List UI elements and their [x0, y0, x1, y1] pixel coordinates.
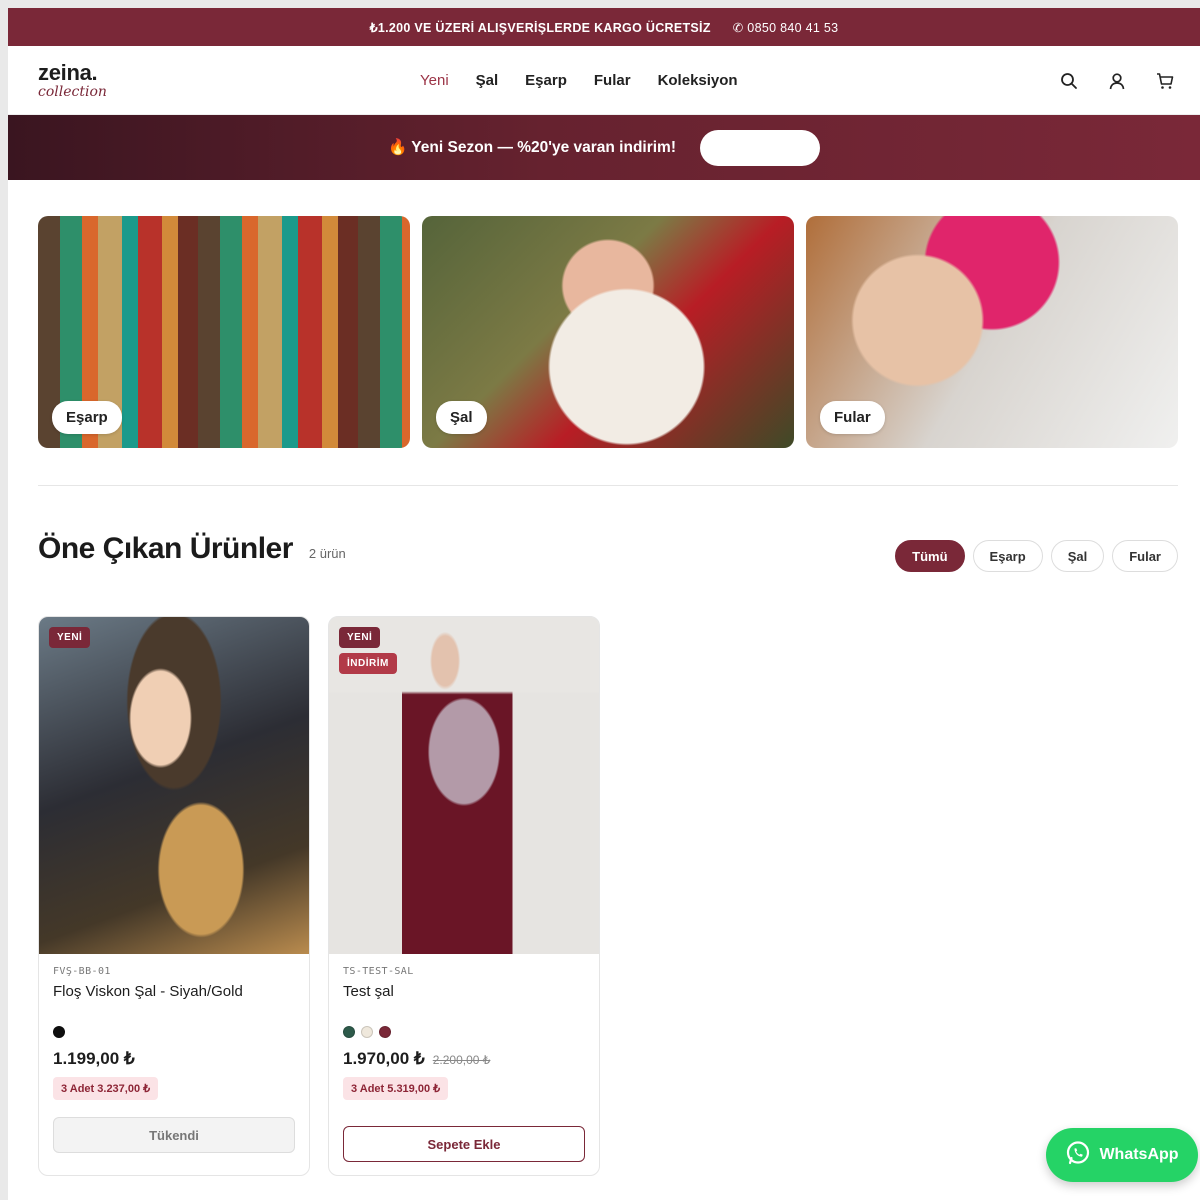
product-name[interactable]: Test şal	[343, 983, 585, 1023]
header-actions	[1058, 46, 1176, 115]
product-sku: FVŞ-BB-01	[53, 966, 111, 977]
main-nav: Yeni Şal Eşarp Fular Koleksiyon	[420, 46, 738, 115]
sold-out-button: Tükendi	[53, 1117, 295, 1153]
product-info: FVŞ-BB-01 Floş Viskon Şal - Siyah/Gold 1…	[39, 954, 309, 1153]
nav-item-yeni[interactable]: Yeni	[420, 72, 449, 89]
category-label: Eşarp	[52, 401, 122, 434]
category-label: Şal	[436, 401, 487, 434]
site-header: zeina. collection Yeni Şal Eşarp Fular K…	[8, 46, 1200, 115]
new-badge: YENİ	[49, 627, 91, 648]
product-price: 1.970,00 ₺	[343, 1049, 425, 1068]
product-sku: TS-TEST-SAL	[343, 966, 414, 977]
whatsapp-button[interactable]: WhatsApp	[1046, 1128, 1198, 1182]
product-card[interactable]: YENİ İNDİRİM TS-TEST-SAL Test şal 1.970,…	[328, 616, 600, 1176]
shipping-notice: ₺1.200 VE ÜZERİ ALIŞVERİŞLERDE KARGO ÜCR…	[369, 20, 711, 35]
promo-text: 🔥 Yeni Sezon — %20'ye varan indirim!	[387, 139, 677, 156]
search-icon[interactable]	[1058, 70, 1080, 92]
product-price: 1.199,00 ₺	[53, 1049, 135, 1068]
featured-header: Öne Çıkan Ürünler 2 ürün	[38, 532, 346, 566]
whatsapp-label: WhatsApp	[1099, 1146, 1179, 1163]
page: ₺1.200 VE ÜZERİ ALIŞVERİŞLERDE KARGO ÜCR…	[8, 8, 1200, 1200]
filter-tumu[interactable]: Tümü	[895, 540, 965, 572]
whatsapp-icon	[1065, 1140, 1091, 1171]
price-row: 1.199,00 ₺	[53, 1049, 295, 1069]
product-card[interactable]: YENİ FVŞ-BB-01 Floş Viskon Şal - Siyah/G…	[38, 616, 310, 1176]
section-divider	[38, 485, 1178, 486]
price-row: 1.970,00 ₺ 2.200,00 ₺	[343, 1049, 585, 1069]
category-label: Fular	[820, 401, 885, 434]
color-swatches	[53, 1023, 295, 1041]
color-swatch[interactable]	[379, 1026, 391, 1038]
add-to-cart-button[interactable]: Sepete Ekle	[343, 1126, 585, 1162]
product-grid: YENİ FVŞ-BB-01 Floş Viskon Şal - Siyah/G…	[38, 616, 600, 1176]
category-tiles: Eşarp Şal Fular	[38, 216, 1178, 448]
color-swatch[interactable]	[53, 1026, 65, 1038]
product-count: 2 ürün	[308, 546, 346, 561]
nav-item-koleksiyon[interactable]: Koleksiyon	[658, 72, 738, 89]
logo-brand: zeina.	[38, 59, 98, 85]
promo-button[interactable]	[700, 129, 821, 166]
user-icon[interactable]	[1106, 70, 1128, 92]
color-swatch[interactable]	[361, 1026, 373, 1038]
product-image[interactable]: YENİ	[39, 617, 309, 954]
featured-title: Öne Çıkan Ürünler	[38, 532, 293, 565]
announcement-bar: ₺1.200 VE ÜZERİ ALIŞVERİŞLERDE KARGO ÜCR…	[8, 8, 1200, 46]
cart-icon[interactable]	[1154, 70, 1176, 92]
color-swatch[interactable]	[343, 1026, 355, 1038]
nav-item-esarp[interactable]: Eşarp	[525, 72, 567, 89]
new-badge: YENİ	[339, 627, 381, 648]
product-image[interactable]: YENİ İNDİRİM	[329, 617, 599, 954]
filter-fular[interactable]: Fular	[1112, 540, 1178, 572]
discount-badge: İNDİRİM	[339, 653, 397, 674]
category-tile-fular[interactable]: Fular	[806, 216, 1178, 448]
logo-subtitle: collection	[38, 83, 107, 100]
phone-number[interactable]: ✆ 0850 840 41 53	[733, 20, 839, 35]
filter-esarp[interactable]: Eşarp	[972, 540, 1043, 572]
product-name[interactable]: Floş Viskon Şal - Siyah/Gold	[53, 983, 295, 1023]
nav-item-sal[interactable]: Şal	[476, 72, 499, 89]
filter-sal[interactable]: Şal	[1050, 540, 1105, 572]
bundle-offer-badge: 3 Adet 3.237,00 ₺	[53, 1077, 159, 1100]
category-tile-sal[interactable]: Şal	[422, 216, 794, 448]
color-swatches	[343, 1023, 585, 1041]
bundle-offer-badge: 3 Adet 5.319,00 ₺	[343, 1077, 449, 1100]
promo-banner: 🔥 Yeni Sezon — %20'ye varan indirim!	[8, 115, 1200, 180]
logo[interactable]: zeina. collection	[38, 59, 107, 100]
filter-pills: Tümü Eşarp Şal Fular	[895, 540, 1178, 572]
product-info: TS-TEST-SAL Test şal 1.970,00 ₺ 2.200,00…	[329, 954, 599, 1162]
category-tile-esarp[interactable]: Eşarp	[38, 216, 410, 448]
old-price: 2.200,00 ₺	[432, 1053, 491, 1067]
nav-item-fular[interactable]: Fular	[594, 72, 631, 89]
